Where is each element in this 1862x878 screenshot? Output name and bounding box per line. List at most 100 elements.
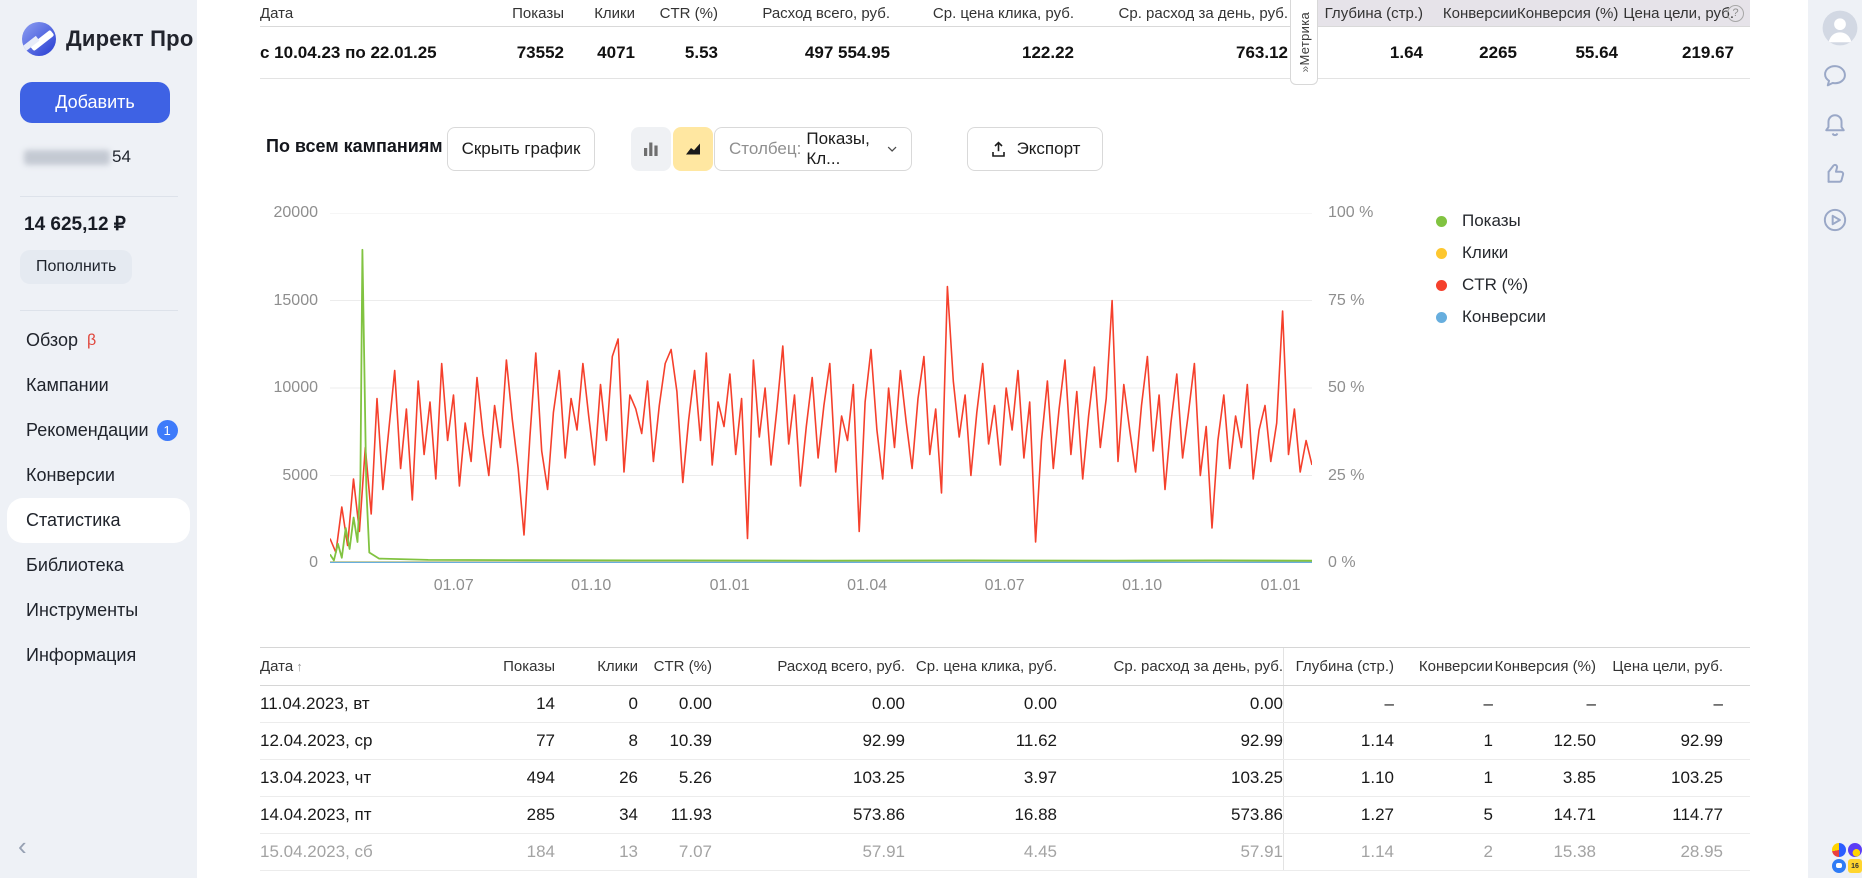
table-row: 12.04.2023, ср77810.3992.9911.6292.991.1… [260,723,1750,760]
summary-conversions: 2265 [1423,43,1517,63]
table-cell: 184 [470,842,555,862]
play-icon[interactable] [1821,206,1849,239]
topup-button[interactable]: Пополнить [20,250,132,284]
export-button[interactable]: Экспорт [967,127,1103,171]
col-header-impressions: Показы [470,5,564,22]
summary-table: Дата Показы Клики CTR (%) Расход всего, … [260,0,1750,79]
sidebar: Директ Про Добавить 54 14 625,12 ₽ Попол… [0,0,197,878]
y-right-tick: 75 % [1328,292,1364,310]
sidebar-item-информация[interactable]: Информация [0,633,197,678]
col-header-conversion-rate: Конверсия (%) [1517,5,1618,22]
chat-widget-icon[interactable] [1832,859,1846,873]
legend-dot [1436,248,1447,259]
legend-item-Показы[interactable]: Показы [1436,205,1546,237]
x-axis-tick: 01.04 [832,577,902,595]
avatar[interactable] [1821,9,1859,52]
detail-col-header-0[interactable]: Дата↑ [260,658,470,675]
sidebar-item-библиотека[interactable]: Библиотека [0,543,197,588]
table-cell: 573.86 [1057,805,1283,825]
sidebar-item-label: Конверсии [26,465,115,486]
sidebar-item-рекомендации[interactable]: Рекомендации1 [0,408,197,453]
metrica-widget-icon[interactable] [1848,843,1862,857]
table-cell: 2 [1394,842,1493,862]
sidebar-item-кампании[interactable]: Кампании [0,363,197,408]
summary-clicks: 4071 [564,43,635,63]
table-cell: 1.14 [1283,723,1394,759]
age-badge-icon[interactable]: 16 [1848,859,1862,873]
chart-type-toggle [631,127,713,171]
table-cell: 10.39 [638,731,712,751]
legend-item-Клики[interactable]: Клики [1436,237,1546,269]
y-left-tick: 20000 [237,204,318,222]
y-left-tick: 5000 [237,467,318,485]
y-right-tick: 0 % [1328,554,1356,572]
table-cell: 11.62 [905,731,1057,751]
table-cell: 14 [470,694,555,714]
table-row: 14.04.2023, пт2853411.93573.8616.88573.8… [260,797,1750,834]
detail-col-header-5: Ср. цена клика, руб. [905,658,1057,675]
metrika-tab[interactable]: »Метрика [1290,0,1318,85]
table-cell: 14.71 [1493,805,1596,825]
table-cell: 114.77 [1596,805,1723,825]
legend-item-CTR (%)[interactable]: CTR (%) [1436,269,1546,301]
sidebar-collapse-icon[interactable]: ‹ [18,833,27,859]
summary-date-range: с 10.04.23 по 22.01.25 [260,43,470,63]
series-CTR (%) [330,287,1312,553]
bar-chart-icon[interactable] [631,127,671,171]
table-cell: 28.95 [1596,842,1723,862]
summary-conversion-rate: 55.64 [1517,43,1618,63]
table-row: 15.04.2023, сб184137.0757.914.4557.911.1… [260,834,1750,871]
beta-badge: β [87,332,96,350]
x-axis-tick: 01.07 [419,577,489,595]
hide-chart-button[interactable]: Скрыть график [447,127,595,171]
export-button-label: Экспорт [1017,139,1081,159]
main-content: Дата Показы Клики CTR (%) Расход всего, … [197,0,1808,878]
y-right-tick: 25 % [1328,467,1364,485]
chat-icon[interactable] [1821,62,1849,95]
table-cell: – [1283,686,1394,722]
detail-table: Дата↑ПоказыКликиCTR (%)Расход всего, руб… [260,647,1750,871]
y-right-tick: 50 % [1328,379,1364,397]
col-header-clicks: Клики [564,5,635,22]
table-row: 11.04.2023, вт1400.000.000.000.00–––– [260,686,1750,723]
legend-dot [1436,216,1447,227]
sidebar-item-конверсии[interactable]: Конверсии [0,453,197,498]
column-select-dropdown[interactable]: Столбец: Показы, Кл... [714,127,912,171]
x-axis-tick: 01.01 [695,577,765,595]
detail-col-header-1: Показы [470,658,555,675]
legend-item-Конверсии[interactable]: Конверсии [1436,301,1546,333]
col-header-total-cost: Расход всего, руб. [718,5,890,22]
thumb-up-icon[interactable] [1821,159,1849,192]
sidebar-item-инструменты[interactable]: Инструменты [0,588,197,633]
detail-col-header-9: Конверсия (%) [1493,658,1596,675]
sidebar-item-label: Обзор [26,330,78,351]
area-chart-icon[interactable] [673,127,713,171]
summary-goal-cost: 219.67 [1618,43,1734,63]
chart-scope-title: По всем кампаниям [266,136,443,157]
table-cell: 92.99 [712,731,905,751]
export-upload-icon [990,141,1007,158]
table-cell: 1 [1394,768,1493,788]
account-number[interactable]: 54 [24,147,131,167]
col-header-date: Дата [260,5,470,22]
table-cell: – [1493,694,1596,714]
sidebar-item-обзор[interactable]: Обзорβ [0,318,197,363]
table-cell: 77 [470,731,555,751]
table-cell: – [1394,694,1493,714]
legend-dot [1436,312,1447,323]
y-left-tick: 15000 [237,292,318,310]
table-cell: 92.99 [1057,731,1283,751]
add-button[interactable]: Добавить [20,82,170,123]
detail-table-header: Дата↑ПоказыКликиCTR (%)Расход всего, руб… [260,648,1750,686]
bell-icon[interactable] [1821,111,1849,144]
metrika-tab-label: »Метрика [1297,12,1312,73]
table-cell: 5.26 [638,768,712,788]
chart-canvas [330,213,1312,563]
detail-col-header-2: Клики [555,658,638,675]
pie-widget-icon[interactable] [1832,843,1846,857]
app-logo: Директ Про [22,22,193,56]
account-number-suffix: 54 [112,147,131,167]
help-icon[interactable]: ? [1727,5,1744,22]
sidebar-item-статистика[interactable]: Статистика [7,498,190,543]
chart-legend: ПоказыКликиCTR (%)Конверсии [1436,205,1546,333]
